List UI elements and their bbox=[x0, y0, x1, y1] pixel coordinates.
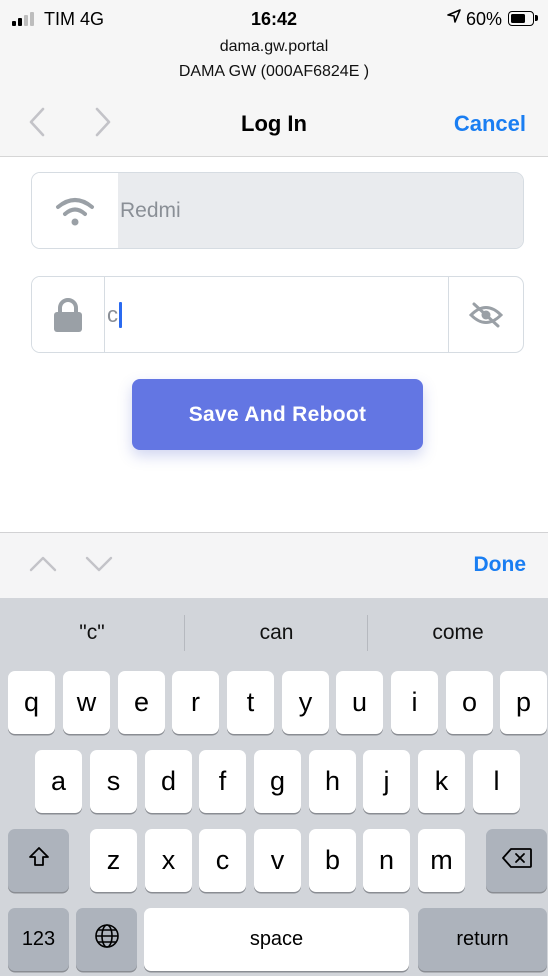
numbers-key[interactable]: 123 bbox=[8, 908, 69, 971]
battery-icon bbox=[508, 11, 538, 26]
status-bar: TIM 4G 16:42 60% bbox=[0, 0, 548, 36]
key-s[interactable]: s bbox=[90, 750, 137, 813]
globe-key[interactable] bbox=[76, 908, 137, 971]
chevron-down-icon[interactable] bbox=[84, 553, 114, 575]
key-z[interactable]: z bbox=[90, 829, 137, 892]
cancel-button[interactable]: Cancel bbox=[454, 111, 526, 137]
suggestion-item[interactable]: can bbox=[185, 598, 368, 668]
delete-key[interactable] bbox=[486, 829, 547, 892]
key-v[interactable]: v bbox=[254, 829, 301, 892]
key-y[interactable]: y bbox=[282, 671, 329, 734]
key-f[interactable]: f bbox=[199, 750, 246, 813]
page-subtitle: DAMA GW (000AF6824E ) bbox=[178, 63, 370, 80]
key-u[interactable]: u bbox=[336, 671, 383, 734]
location-arrow-icon bbox=[447, 9, 461, 28]
password-input[interactable]: c bbox=[104, 277, 448, 352]
key-g[interactable]: g bbox=[254, 750, 301, 813]
key-j[interactable]: j bbox=[363, 750, 410, 813]
key-x[interactable]: x bbox=[145, 829, 192, 892]
keyboard: "c" can come q w e r t y u i o p a s d f… bbox=[0, 598, 548, 976]
key-k[interactable]: k bbox=[418, 750, 465, 813]
shift-key[interactable] bbox=[8, 829, 69, 892]
key-o[interactable]: o bbox=[446, 671, 493, 734]
password-value: c bbox=[107, 301, 118, 327]
password-field: c bbox=[31, 276, 524, 353]
lock-icon bbox=[32, 277, 104, 352]
keyboard-accessory-bar: Done bbox=[0, 532, 548, 598]
key-q[interactable]: q bbox=[8, 671, 55, 734]
key-t[interactable]: t bbox=[227, 671, 274, 734]
key-l[interactable]: l bbox=[473, 750, 520, 813]
ssid-input[interactable]: Redmi bbox=[118, 173, 523, 248]
text-caret bbox=[119, 301, 122, 328]
key-b[interactable]: b bbox=[309, 829, 356, 892]
key-e[interactable]: e bbox=[118, 671, 165, 734]
key-c[interactable]: c bbox=[199, 829, 246, 892]
key-d[interactable]: d bbox=[145, 750, 192, 813]
battery-percent: 60% bbox=[466, 9, 503, 29]
done-button[interactable]: Done bbox=[474, 553, 527, 577]
key-n[interactable]: n bbox=[363, 829, 410, 892]
chevron-up-icon[interactable] bbox=[28, 553, 58, 575]
globe-icon bbox=[93, 922, 121, 957]
backspace-icon bbox=[501, 845, 533, 876]
save-and-reboot-button[interactable]: Save And Reboot bbox=[132, 379, 423, 450]
page-host: dama.gw.portal bbox=[219, 38, 329, 55]
suggestion-item[interactable]: come bbox=[368, 598, 548, 668]
key-w[interactable]: w bbox=[63, 671, 110, 734]
key-r[interactable]: r bbox=[172, 671, 219, 734]
key-h[interactable]: h bbox=[309, 750, 356, 813]
ssid-field: Redmi bbox=[31, 172, 524, 249]
key-i[interactable]: i bbox=[391, 671, 438, 734]
eye-slash-icon[interactable] bbox=[448, 277, 523, 352]
wifi-icon bbox=[32, 173, 118, 248]
key-a[interactable]: a bbox=[35, 750, 82, 813]
return-key[interactable]: return bbox=[418, 908, 547, 971]
suggestion-item[interactable]: "c" bbox=[0, 598, 184, 668]
space-key[interactable]: space bbox=[144, 908, 409, 971]
shift-icon bbox=[27, 845, 51, 876]
key-m[interactable]: m bbox=[418, 829, 465, 892]
key-p[interactable]: p bbox=[500, 671, 547, 734]
browser-header: TIM 4G 16:42 60% dama.gw.portal DAMA GW … bbox=[0, 0, 548, 157]
